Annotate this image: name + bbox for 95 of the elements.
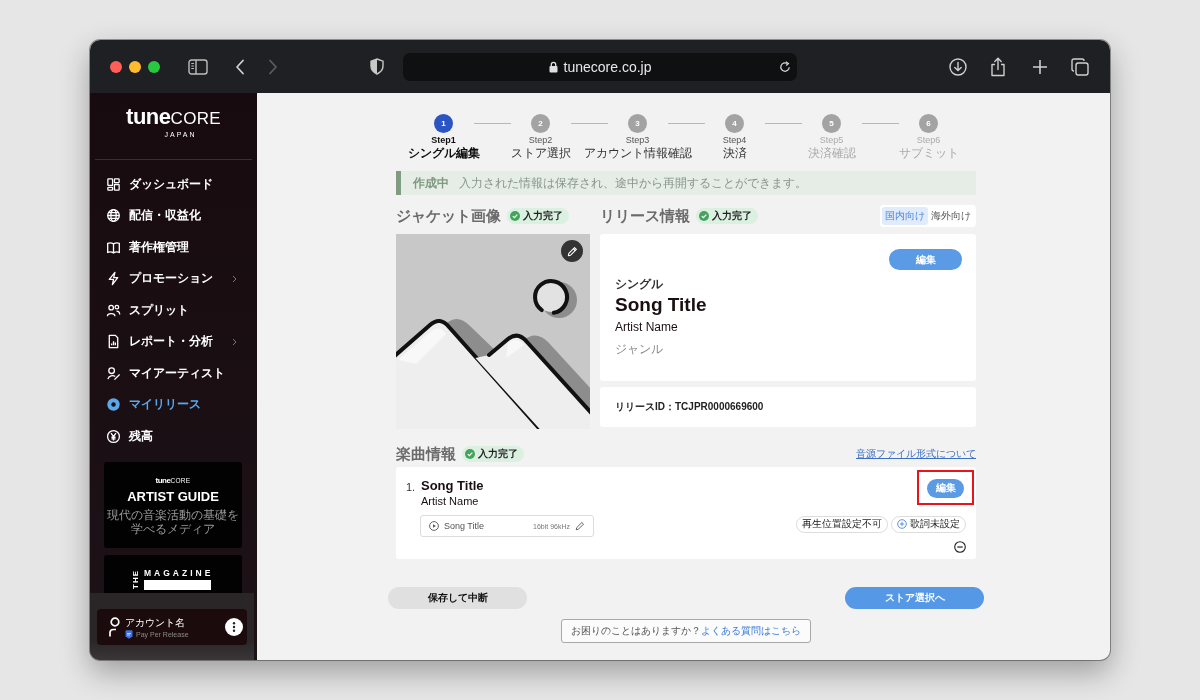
address-bar[interactable]: tunecore.co.jp [403, 52, 797, 81]
step-title: Step1 [431, 135, 456, 146]
track-number: 1. [406, 481, 417, 494]
disc-icon [106, 397, 121, 413]
step-number: 4 [725, 114, 744, 133]
status-tag: 再生位置設定不可 [796, 515, 888, 533]
step-label: 決済確認 [807, 146, 856, 160]
status-text: 入力完了 [712, 209, 752, 223]
shield-icon[interactable] [370, 58, 384, 75]
nav-item[interactable]: 配信・収益化 [90, 200, 257, 232]
globe-icon [106, 208, 121, 224]
banner-side-text: THE [130, 569, 140, 589]
step-number: 6 [919, 114, 938, 133]
nav-item[interactable]: プロモーション [90, 263, 257, 295]
nav-item[interactable]: マイアーティスト [90, 357, 257, 389]
dashboard-icon [106, 176, 121, 192]
account-name: アカウント名 [125, 615, 186, 629]
title-bar-graphic [144, 580, 211, 590]
maximize-window-icon[interactable] [148, 60, 160, 73]
banner-text: 学べるメディア [131, 522, 215, 536]
share-icon[interactable] [990, 56, 1006, 77]
back-icon[interactable] [235, 58, 245, 75]
add-lyrics-button[interactable]: 歌詞未設定 [891, 515, 966, 533]
new-tab-icon[interactable] [1033, 59, 1047, 74]
artist-name: Artist Name [615, 319, 678, 335]
status-text: 入力完了 [523, 209, 563, 223]
check-icon [699, 211, 709, 221]
report-icon [106, 334, 121, 350]
close-window-icon[interactable] [110, 60, 122, 73]
step-title: Step2 [528, 135, 553, 146]
save-and-pause-button[interactable]: 保存して中断 [388, 587, 527, 609]
step-label: 決済 [722, 146, 747, 160]
step-number: 1 [434, 114, 453, 133]
download-icon[interactable] [949, 57, 967, 76]
url-text: tunecore.co.jp [563, 58, 652, 75]
nav-item[interactable]: スプリット [90, 294, 257, 326]
step-number: 2 [531, 114, 550, 133]
plan-badge-icon [125, 629, 133, 639]
banner-title: MAGAZINE [144, 568, 214, 578]
faq-link[interactable]: よくある質問はこちら [701, 624, 801, 638]
step-number: 3 [628, 114, 647, 133]
book-icon [106, 239, 121, 255]
artist-name: Artist Name [421, 494, 479, 508]
genre-label: ジャンル [615, 342, 663, 357]
nav-item[interactable]: マイリリース [90, 389, 257, 421]
sidebar-toggle-icon[interactable] [188, 58, 208, 75]
song-title: Song Title [615, 293, 707, 317]
section-title: 楽曲情報 [396, 444, 456, 464]
status-text: 入力完了 [478, 447, 518, 461]
step-label: サブミット [898, 146, 959, 160]
file-name: Song Title [444, 521, 485, 531]
minimize-window-icon[interactable] [129, 60, 141, 73]
notice-message: 入力された情報は保存され、途中から再開することができます。 [459, 174, 807, 192]
artist-icon [106, 365, 121, 381]
release-id: リリースID：TCJPR0000669600 [615, 400, 764, 414]
step-title: Step6 [916, 135, 941, 146]
help-message: お困りのことはありますか？よくある質問はこちら [561, 619, 811, 643]
pencil-icon[interactable] [575, 521, 585, 531]
banner-text: 現代の音楽活動の基礎を [107, 508, 239, 522]
status-label: 作成中 [413, 174, 449, 192]
logo-wordmark[interactable]: tuneCORE [126, 105, 221, 131]
users-icon [106, 302, 121, 318]
region-tab[interactable]: 海外向け [928, 207, 974, 225]
release-type: シングル [615, 277, 663, 291]
remove-icon[interactable] [954, 540, 966, 553]
step-title: Step4 [722, 135, 747, 146]
forward-icon[interactable] [268, 58, 278, 75]
step-label: アカウント情報確認 [583, 146, 692, 160]
file-format-link[interactable]: 音源ファイル形式について [856, 447, 976, 461]
magazine-banner[interactable]: THE MAGAZINE [104, 555, 242, 593]
step-title: Step5 [819, 135, 844, 146]
section-title: ジャケット画像 [396, 206, 501, 226]
nav-item[interactable]: ダッシュボード [90, 168, 257, 200]
pencil-icon [566, 245, 578, 257]
step-label: ストア選択 [510, 146, 571, 160]
tabs-overview-icon[interactable] [1071, 57, 1089, 76]
nav-item[interactable]: 著作権管理 [90, 231, 257, 263]
person-icon [109, 617, 121, 637]
step-title: Step3 [625, 135, 650, 146]
more-options-icon[interactable] [225, 618, 243, 636]
nav-item[interactable]: レポート・分析 [90, 326, 257, 358]
track-title: Song Title [421, 478, 484, 494]
lock-icon [548, 60, 558, 73]
lightning-icon [106, 271, 121, 287]
section-title: リリース情報 [600, 206, 690, 226]
banner-title: ARTIST GUIDE [127, 489, 219, 504]
reload-icon[interactable] [779, 60, 791, 73]
yen-icon [106, 428, 121, 444]
check-icon [510, 211, 520, 221]
check-icon [465, 449, 475, 459]
step-number: 5 [822, 114, 841, 133]
step-label: シングル編集 [407, 146, 480, 160]
plus-circle-icon [897, 519, 907, 529]
play-icon[interactable] [429, 521, 439, 531]
nav-item[interactable]: 残高 [90, 420, 257, 452]
